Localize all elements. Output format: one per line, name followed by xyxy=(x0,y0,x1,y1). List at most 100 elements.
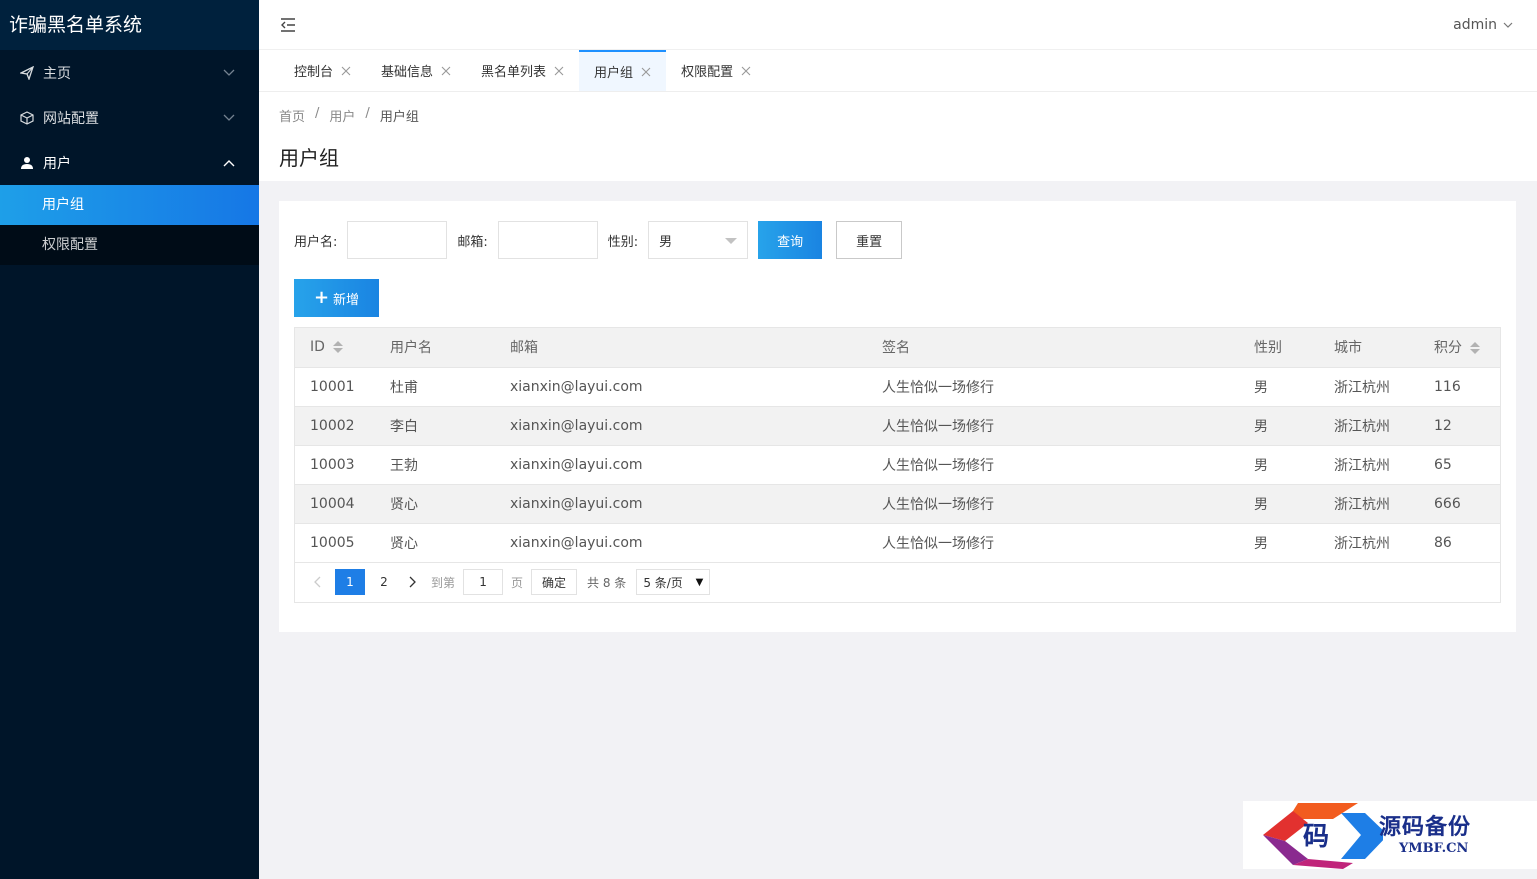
sidebar-item-label: 用户 xyxy=(43,155,71,172)
breadcrumb-home[interactable]: 首页 xyxy=(279,106,305,125)
goto-label: 到第 xyxy=(431,575,456,590)
column-header-signature: 签名 xyxy=(867,328,1239,368)
cell-signature: 人生恰似一场修行 xyxy=(867,367,1239,407)
cell-gender: 男 xyxy=(1239,523,1319,563)
username-input[interactable] xyxy=(347,221,448,259)
cell-signature: 人生恰似一场修行 xyxy=(867,523,1239,563)
watermark-logo-char: 码 xyxy=(1303,822,1329,852)
cell-gender: 男 xyxy=(1239,484,1319,524)
sidebar-item-label: 网站配置 xyxy=(43,110,99,127)
cell-score: 12 xyxy=(1419,406,1500,446)
sidebar-item-home[interactable]: 主页 xyxy=(0,50,259,95)
cell-score: 666 xyxy=(1419,484,1500,524)
content-card: 用户名: 邮箱: 性别: 男 查询 重置 + 新增 ID 用户名 邮箱 签名 性… xyxy=(279,201,1516,632)
close-icon[interactable] xyxy=(741,66,751,76)
table-row[interactable]: 10001 杜甫 xianxin@layui.com 人生恰似一场修行 男 浙江… xyxy=(295,367,1500,407)
reset-button[interactable]: 重置 xyxy=(836,221,903,259)
user-icon xyxy=(19,155,35,171)
email-input[interactable] xyxy=(497,221,598,259)
tab-console[interactable]: 控制台 xyxy=(279,50,366,91)
close-icon[interactable] xyxy=(341,66,351,76)
cell-id: 10005 xyxy=(295,523,375,563)
table-row[interactable]: 10003 王勃 xianxin@layui.com 人生恰似一场修行 男 浙江… xyxy=(295,445,1500,485)
tab-bar: 控制台 基础信息 黑名单列表 用户组 权限配置 xyxy=(259,50,1537,92)
tab-basic-info[interactable]: 基础信息 xyxy=(366,50,466,91)
user-menu[interactable]: admin xyxy=(1453,0,1513,50)
sidebar-item-site-config[interactable]: 网站配置 xyxy=(0,95,259,140)
gender-value: 男 xyxy=(659,234,673,250)
cell-score: 65 xyxy=(1419,445,1500,485)
sidebar-item-label: 主页 xyxy=(43,65,71,82)
tab-label: 控制台 xyxy=(294,65,334,80)
column-header-gender: 性别 xyxy=(1239,328,1319,368)
cube-icon xyxy=(19,110,35,126)
column-header-id[interactable]: ID xyxy=(295,328,375,368)
page-size-select[interactable]: 5 条/页 ▼ xyxy=(636,569,711,595)
page-label: 页 xyxy=(511,575,524,590)
cell-city: 浙江杭州 xyxy=(1319,367,1419,407)
cell-signature: 人生恰似一场修行 xyxy=(867,406,1239,446)
send-icon xyxy=(19,65,35,81)
cell-city: 浙江杭州 xyxy=(1319,484,1419,524)
tab-user-group[interactable]: 用户组 xyxy=(579,50,667,91)
sort-icon[interactable] xyxy=(332,341,343,354)
page-header: 首页 / 用户 / 用户组 用户组 xyxy=(259,92,1537,181)
cell-gender: 男 xyxy=(1239,445,1319,485)
table-row[interactable]: 10005 贤心 xianxin@layui.com 人生恰似一场修行 男 浙江… xyxy=(295,523,1500,563)
sidebar-item-permission-config[interactable]: 权限配置 xyxy=(0,225,259,265)
chevron-down-icon xyxy=(223,112,235,124)
column-header-email: 邮箱 xyxy=(495,328,867,368)
username: admin xyxy=(1453,17,1497,33)
breadcrumb: 首页 / 用户 / 用户组 xyxy=(279,106,419,125)
caret-down-icon: ▼ xyxy=(695,577,704,588)
goto-page-input[interactable]: 1 xyxy=(463,569,504,595)
sort-icon[interactable] xyxy=(1470,342,1480,355)
tab-permission-config[interactable]: 权限配置 xyxy=(666,50,766,91)
caret-down-icon xyxy=(725,238,738,244)
cell-id: 10004 xyxy=(295,484,375,524)
cell-gender: 男 xyxy=(1239,367,1319,407)
cell-email: xianxin@layui.com xyxy=(495,523,867,563)
add-button[interactable]: + 新增 xyxy=(294,279,379,317)
cell-id: 10001 xyxy=(295,367,375,407)
tab-label: 基础信息 xyxy=(381,65,434,80)
cell-city: 浙江杭州 xyxy=(1319,445,1419,485)
cell-score: 86 xyxy=(1419,523,1500,563)
close-icon[interactable] xyxy=(641,67,651,77)
close-icon[interactable] xyxy=(554,66,564,76)
pagination: 1 2 到第 1 页 确定 共 8 条 5 条/页 ▼ xyxy=(295,563,1500,602)
column-header-username: 用户名 xyxy=(375,328,495,368)
goto-confirm-button[interactable]: 确定 xyxy=(531,569,578,595)
breadcrumb-separator: / xyxy=(365,106,370,121)
chevron-left-icon[interactable] xyxy=(307,569,327,595)
menu-fold-icon[interactable] xyxy=(279,16,297,34)
cell-username: 李白 xyxy=(375,406,495,446)
page-button-2[interactable]: 2 xyxy=(369,569,399,595)
sidebar-item-user-group[interactable]: 用户组 xyxy=(0,185,259,225)
table-row[interactable]: 10004 贤心 xianxin@layui.com 人生恰似一场修行 男 浙江… xyxy=(295,484,1500,524)
cell-signature: 人生恰似一场修行 xyxy=(867,445,1239,485)
username-label: 用户名: xyxy=(294,234,338,250)
sidebar-item-user[interactable]: 用户 xyxy=(0,140,259,185)
table-row[interactable]: 10002 李白 xianxin@layui.com 人生恰似一场修行 男 浙江… xyxy=(295,406,1500,446)
breadcrumb-user[interactable]: 用户 xyxy=(329,106,355,125)
cell-city: 浙江杭州 xyxy=(1319,523,1419,563)
chevron-up-icon xyxy=(223,157,235,169)
gender-select[interactable]: 男 xyxy=(648,221,749,259)
tab-blacklist[interactable]: 黑名单列表 xyxy=(466,50,579,91)
cell-city: 浙江杭州 xyxy=(1319,406,1419,446)
search-form: 用户名: 邮箱: 性别: 男 查询 重置 xyxy=(294,221,903,259)
column-header-score[interactable]: 积分 xyxy=(1419,328,1500,368)
cell-gender: 男 xyxy=(1239,406,1319,446)
chevron-right-icon[interactable] xyxy=(403,569,423,595)
close-icon[interactable] xyxy=(441,66,451,76)
page-button-1[interactable]: 1 xyxy=(335,569,365,595)
search-button[interactable]: 查询 xyxy=(758,221,823,259)
cell-username: 贤心 xyxy=(375,523,495,563)
chevron-down-icon xyxy=(223,67,235,79)
plus-icon: + xyxy=(313,287,330,308)
cell-email: xianxin@layui.com xyxy=(495,367,867,407)
top-header: admin xyxy=(259,0,1537,50)
cell-score: 116 xyxy=(1419,367,1500,407)
cell-email: xianxin@layui.com xyxy=(495,445,867,485)
